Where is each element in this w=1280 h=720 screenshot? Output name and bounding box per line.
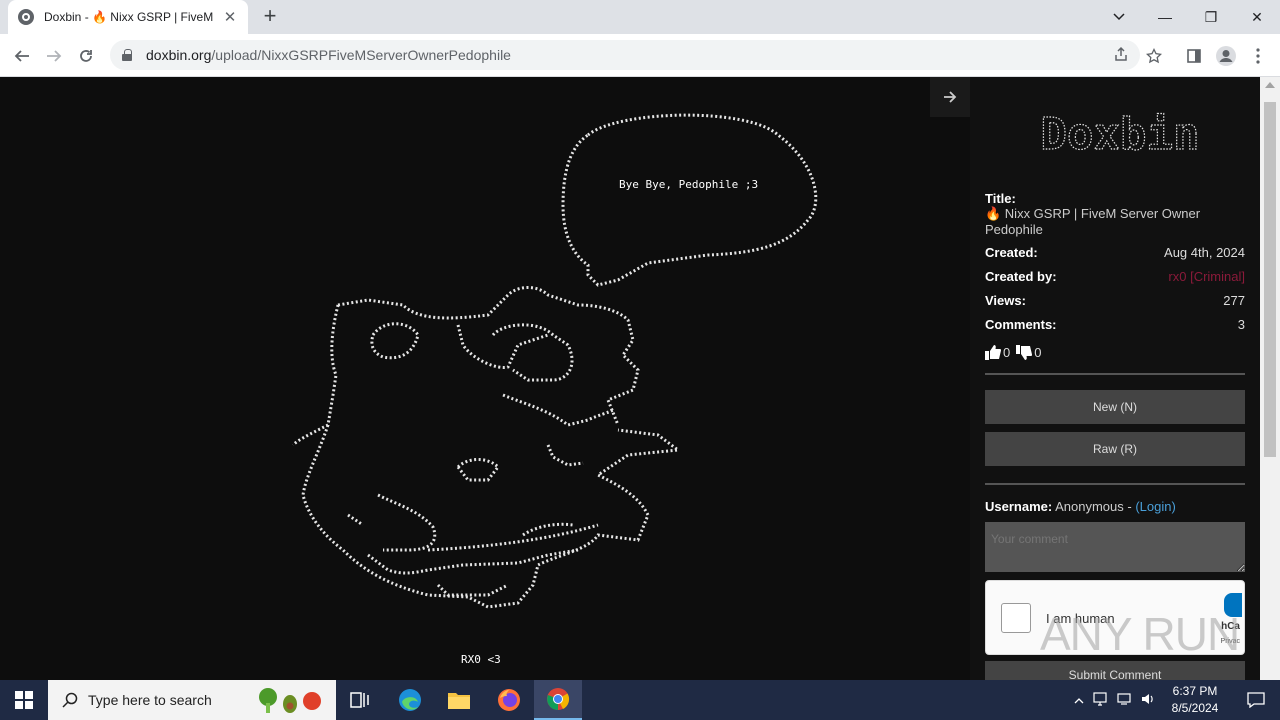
browser-tab[interactable]: Doxbin - 🔥 Nixx GSRP | FiveM S ✕ (8, 0, 248, 34)
tab-close-icon[interactable]: ✕ (222, 8, 238, 26)
windows-start-icon[interactable] (0, 680, 48, 720)
views-value: 277 (1223, 292, 1245, 308)
firefox-icon[interactable] (485, 680, 533, 720)
creator-link[interactable]: rx0 [Criminal] (1168, 269, 1245, 284)
browser-titlebar: Doxbin - 🔥 Nixx GSRP | FiveM S ✕ + — ❐ ✕ (0, 0, 1280, 34)
svg-text:Doxbin: Doxbin (1041, 109, 1200, 160)
tab-title: Doxbin - 🔥 Nixx GSRP | FiveM S (44, 10, 214, 24)
address-bar[interactable]: doxbin.org/upload/NixxGSRPFiveMServerOwn… (110, 40, 1140, 70)
share-icon[interactable] (1112, 46, 1130, 64)
search-icon (62, 692, 78, 708)
task-view-icon[interactable] (336, 680, 384, 720)
taskbar-clock[interactable]: 6:37 PM 8/5/2024 (1160, 683, 1230, 717)
username-line: Username: Anonymous - (Login) (985, 499, 1176, 514)
menu-kebab-icon[interactable] (1245, 43, 1271, 69)
collapse-sidebar-arrow-icon[interactable] (930, 77, 970, 117)
scroll-thumb[interactable] (1264, 102, 1276, 457)
vote-row: 0 0 (985, 340, 1245, 364)
created-by-row: Created by: rx0 [Criminal] (985, 264, 1245, 288)
minimize-button[interactable]: — (1142, 0, 1188, 34)
paste-metadata: Title: 🔥 Nixx GSRP | FiveM Server Owner … (985, 191, 1245, 364)
title-block: Title: 🔥 Nixx GSRP | FiveM Server Owner … (985, 191, 1245, 238)
signature-text: RX0 <3 (461, 653, 501, 666)
created-value: Aug 4th, 2024 (1164, 244, 1245, 260)
clock-time: 6:37 PM (1172, 684, 1218, 698)
username-label: Username: (985, 499, 1053, 514)
lock-icon (122, 49, 132, 61)
thumbs-down-icon[interactable] (1016, 345, 1033, 360)
title-label: Title: (985, 191, 1016, 206)
scroll-up-arrow-icon[interactable] (1265, 82, 1275, 88)
side-panel-icon[interactable] (1181, 43, 1207, 69)
submit-comment-button[interactable]: Submit Comment (985, 661, 1245, 680)
globe-icon (18, 9, 34, 25)
back-arrow-icon[interactable] (9, 43, 35, 69)
search-placeholder: Type here to search (88, 692, 212, 708)
created-by-label: Created by: (985, 268, 1057, 284)
url-text: doxbin.org/upload/NixxGSRPFiveMServerOwn… (146, 47, 511, 63)
chrome-icon[interactable] (534, 680, 582, 720)
sidebar: Doxbin Title: 🔥 Nixx GSRP | FiveM Server… (970, 77, 1260, 680)
clock-date: 8/5/2024 (1171, 701, 1219, 715)
anyrun-watermark: ANY RUN (1040, 608, 1240, 660)
speech-bubble-text: Bye Bye, Pedophile ;3 (619, 178, 759, 191)
file-explorer-icon[interactable] (435, 680, 483, 720)
reload-icon[interactable] (73, 43, 99, 69)
captcha-checkbox[interactable] (1001, 603, 1031, 633)
profile-avatar-icon[interactable] (1213, 43, 1239, 69)
tab-search-chevron-icon[interactable] (1096, 0, 1142, 34)
login-link[interactable]: (Login) (1135, 499, 1175, 514)
taskbar-search[interactable]: Type here to search (48, 680, 336, 720)
monitor-icon[interactable] (1112, 692, 1136, 709)
ascii-art-image (291, 113, 818, 609)
comments-row: Comments: 3 (985, 312, 1245, 336)
views-label: Views: (985, 292, 1026, 308)
comments-label: Comments: (985, 316, 1057, 332)
veggies-icon (258, 688, 321, 713)
windows-taskbar: Type here to search 6:37 PM 8/5/2024 (0, 680, 1280, 720)
volume-icon[interactable] (1136, 692, 1160, 709)
page-content: Bye Bye, Pedophile ;3 RX0 <3 Doxbin Titl… (0, 77, 1280, 680)
notification-icon[interactable] (1232, 680, 1280, 720)
title-value: 🔥 Nixx GSRP | FiveM Server Owner Pedophi… (985, 206, 1201, 237)
forward-arrow-icon[interactable] (41, 43, 67, 69)
divider (985, 483, 1245, 485)
doxbin-logo: Doxbin (1040, 108, 1200, 160)
restore-button[interactable]: ❐ (1188, 0, 1234, 34)
bookmark-star-icon[interactable] (1141, 43, 1167, 69)
edge-browser-icon[interactable] (386, 680, 434, 720)
created-label: Created: (985, 244, 1038, 260)
new-paste-button[interactable]: New (N) (985, 390, 1245, 424)
divider (985, 373, 1245, 375)
likes-count: 0 (1003, 344, 1011, 360)
tray-chevron-up-icon[interactable] (1070, 693, 1088, 707)
new-tab-button[interactable]: + (258, 5, 282, 29)
username-value: Anonymous - (1055, 499, 1132, 514)
comments-value: 3 (1237, 316, 1245, 332)
close-window-button[interactable]: ✕ (1234, 0, 1280, 34)
thumbs-up-icon[interactable] (985, 345, 1001, 360)
browser-toolbar: doxbin.org/upload/NixxGSRPFiveMServerOwn… (0, 34, 1280, 77)
comment-input[interactable] (985, 522, 1245, 572)
page-scrollbar[interactable] (1260, 77, 1280, 680)
raw-button[interactable]: Raw (R) (985, 432, 1245, 466)
network-icon[interactable] (1088, 691, 1112, 709)
system-tray (1070, 680, 1160, 720)
created-row: Created: Aug 4th, 2024 (985, 240, 1245, 264)
dislikes-count: 0 (1034, 344, 1042, 360)
views-row: Views: 277 (985, 288, 1245, 312)
